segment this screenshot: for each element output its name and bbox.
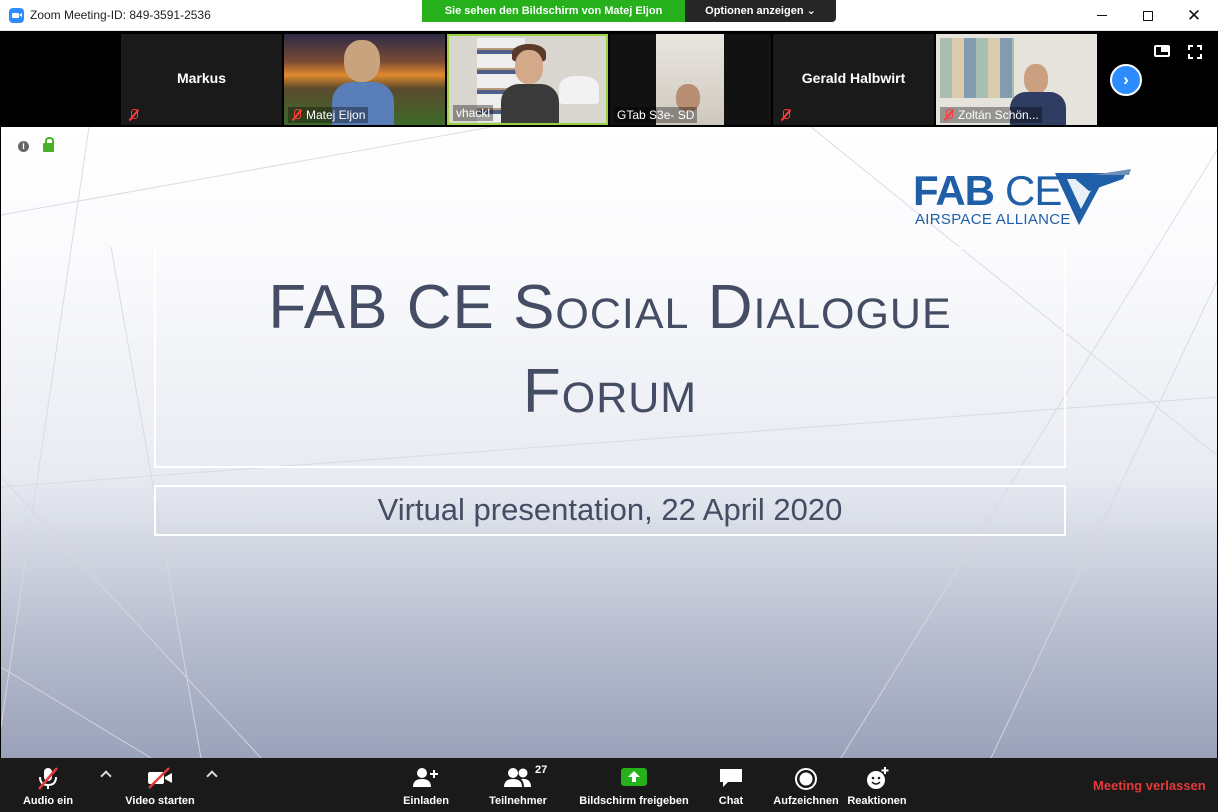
participants-label: Teilnehmer [489, 795, 547, 807]
maximize-icon [1143, 10, 1153, 21]
video-muted-icon [148, 767, 172, 789]
participant-tile-active-speaker[interactable]: vhackl [447, 34, 608, 125]
leave-meeting-button[interactable]: Meeting verlassen [1093, 778, 1206, 793]
participant-nametag: GTab S3e- SD [614, 107, 698, 123]
reactions-button[interactable]: Reaktionen [844, 758, 910, 812]
chat-label: Chat [718, 795, 744, 807]
add-user-icon [413, 768, 438, 787]
participant-gallery-strip: Markus Matej Eljon vhackl GTab S3e- SD G… [0, 31, 1218, 127]
participant-tile[interactable]: Gerald Halbwirt [773, 34, 934, 125]
participant-name-large: Markus [176, 70, 227, 86]
participants-icon [504, 768, 531, 787]
meeting-toolbar: Audio ein Video starten Einladen Teilneh… [0, 758, 1218, 812]
record-icon [795, 768, 817, 790]
gallery-view-icon[interactable] [1154, 45, 1170, 57]
close-icon: ✕ [1186, 5, 1202, 25]
video-button[interactable]: Video starten [122, 758, 198, 812]
lock-icon[interactable] [43, 137, 54, 152]
chat-button[interactable]: Chat [710, 758, 752, 812]
share-screen-label: Bildschirm freigeben [579, 795, 689, 807]
invite-button[interactable]: Einladen [396, 758, 456, 812]
window-titlebar: Zoom Meeting-ID: 849-3591-2536 Sie sehen… [0, 0, 1218, 31]
emoji-add-icon [867, 767, 889, 789]
close-button[interactable]: ✕ [1171, 0, 1217, 31]
reactions-label: Reaktionen [847, 795, 907, 807]
audio-button[interactable]: Audio ein [14, 758, 82, 812]
participant-tile[interactable]: GTab S3e- SD [610, 34, 771, 125]
fullscreen-icon[interactable] [1188, 45, 1202, 59]
participant-name: vhackl [456, 106, 491, 120]
record-label: Aufzeichnen [773, 795, 839, 807]
participant-nametag: Zoltán Schön... [940, 107, 1042, 123]
mic-muted-icon [943, 109, 954, 121]
participants-count-badge: 27 [535, 764, 548, 776]
audio-label: Audio ein [22, 795, 74, 807]
info-icon[interactable]: i [18, 141, 29, 152]
participant-name: Matej Eljon [306, 108, 366, 122]
participant-name-large: Gerald Halbwirt [801, 70, 906, 86]
video-label: Video starten [125, 795, 195, 807]
participant-name: GTab S3e- SD [617, 108, 695, 122]
chevron-right-icon: › [1123, 70, 1129, 89]
slide-title-box: FAB CE Social Dialogue Forum [154, 247, 1066, 468]
share-banner-text: Sie sehen den Bildschirm von Matej Eljon [422, 0, 685, 22]
next-page-button[interactable]: › [1110, 64, 1142, 96]
mic-muted-icon [780, 109, 791, 121]
participant-nametag [125, 107, 142, 123]
share-screen-icon [621, 768, 647, 786]
window-title: Zoom Meeting-ID: 849-3591-2536 [30, 8, 211, 22]
share-banner: Sie sehen den Bildschirm von Matej Eljon… [422, 0, 836, 22]
mic-muted-icon [38, 767, 58, 790]
mic-muted-icon [291, 109, 302, 121]
participant-tile[interactable]: Matej Eljon [284, 34, 445, 125]
view-options-button[interactable]: Optionen anzeigen ⌄ [685, 0, 836, 22]
chat-icon [720, 769, 742, 787]
shared-screen: i FAB CE AIRSPACE ALLIANCE FAB CE Social… [0, 127, 1218, 758]
logo-subtitle: AIRSPACE ALLIANCE [915, 211, 1071, 228]
video-options-chevron-icon[interactable] [206, 770, 218, 782]
slide-title-line1: FAB CE Social Dialogue [268, 273, 952, 342]
zoom-app-icon [9, 8, 24, 23]
audio-options-chevron-icon[interactable] [100, 770, 112, 782]
fabce-logo: FAB CE AIRSPACE ALLIANCE [913, 169, 1133, 229]
slide-subtitle: Virtual presentation, 22 April 2020 [154, 485, 1066, 536]
participant-nametag: Matej Eljon [288, 107, 369, 123]
participant-nametag: vhackl [453, 105, 494, 121]
participant-tile[interactable]: Zoltán Schön... [936, 34, 1097, 125]
share-screen-button[interactable]: Bildschirm freigeben [578, 758, 690, 812]
participant-name: Zoltán Schön... [958, 108, 1039, 122]
minimize-icon [1097, 15, 1107, 16]
maximize-button[interactable] [1125, 0, 1171, 31]
participant-tile[interactable]: Markus [121, 34, 282, 125]
minimize-button[interactable] [1079, 0, 1125, 31]
record-button[interactable]: Aufzeichnen [770, 758, 842, 812]
invite-label: Einladen [403, 795, 449, 807]
logo-fab: FAB [913, 167, 995, 214]
slide-title-line2: Forum [522, 357, 698, 426]
airplane-triangle-icon [1055, 169, 1131, 225]
mic-muted-icon [128, 109, 139, 121]
participant-nametag [777, 107, 794, 123]
